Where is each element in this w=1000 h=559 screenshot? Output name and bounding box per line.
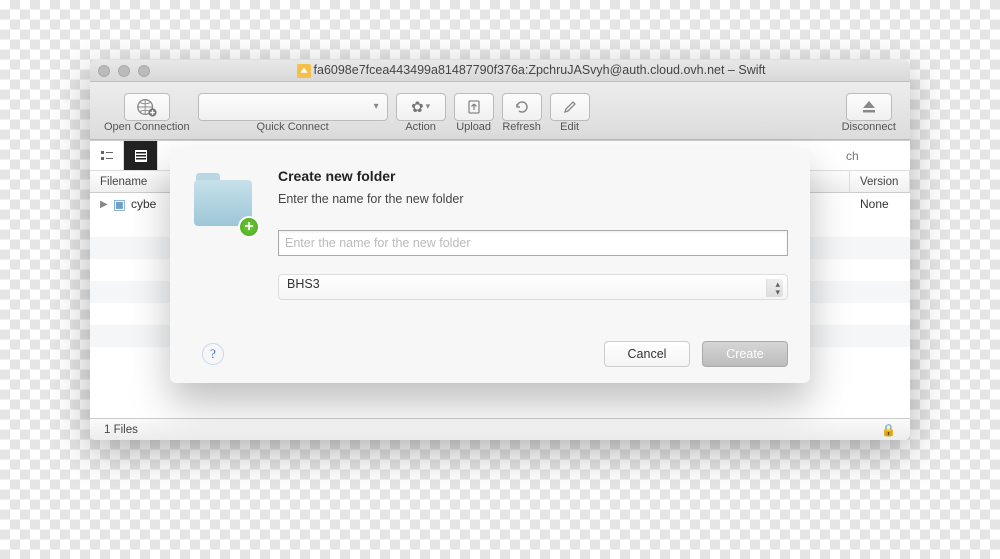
window-title: fa6098e7fcea443499a81487790f376a:ZpchruJ…	[160, 63, 902, 78]
select-stepper-icon: ▴▾	[775, 280, 780, 296]
outline-view-toggle[interactable]	[90, 141, 124, 170]
dialog-title: Create new folder	[278, 168, 788, 184]
disconnect-tool[interactable]: Disconnect	[842, 93, 896, 133]
status-bar: 1 Files 🔒	[90, 418, 910, 440]
refresh-icon	[514, 99, 530, 115]
help-button[interactable]: ?	[202, 343, 224, 365]
region-select-value: BHS3	[287, 277, 320, 291]
edit-tool[interactable]: Edit	[550, 93, 590, 133]
folder-name-input[interactable]	[278, 230, 788, 256]
row-filename: cybe	[131, 197, 156, 211]
dialog-subtitle: Enter the name for the new folder	[278, 192, 788, 206]
window-controls	[98, 65, 150, 77]
gear-icon: ✿	[411, 98, 424, 116]
file-count: 1 Files	[104, 424, 138, 436]
action-tool[interactable]: ✿ ▾ Action	[396, 93, 446, 133]
open-connection-tool[interactable]: Open Connection	[104, 93, 190, 133]
titlebar: fa6098e7fcea443499a81487790f376a:ZpchruJ…	[90, 60, 910, 82]
column-version[interactable]: Version	[850, 171, 910, 192]
close-window-button[interactable]	[98, 65, 110, 77]
search-input[interactable]	[840, 141, 910, 170]
cancel-button[interactable]: Cancel	[604, 341, 690, 367]
folder-icon: ▣	[113, 196, 126, 213]
quick-connect-tool[interactable]: ▾ Quick Connect	[198, 93, 388, 133]
app-icon	[297, 64, 311, 78]
upload-icon	[466, 99, 482, 115]
lock-icon: 🔒	[881, 423, 896, 437]
pencil-icon	[562, 99, 578, 115]
open-connection-label: Open Connection	[104, 121, 190, 133]
eject-icon	[860, 98, 878, 116]
upload-label: Upload	[456, 121, 491, 133]
minimize-window-button[interactable]	[118, 65, 130, 77]
create-button[interactable]: Create	[702, 341, 788, 367]
chevron-down-icon: ▾	[374, 101, 379, 112]
upload-tool[interactable]: Upload	[454, 93, 494, 133]
toolbar: Open Connection ▾ Quick Connect ✿ ▾ Acti…	[90, 82, 910, 140]
plus-badge-icon: +	[238, 216, 260, 238]
region-select[interactable]: BHS3 ▴▾	[278, 274, 788, 300]
outline-icon	[100, 149, 114, 163]
chevron-down-icon: ▾	[426, 101, 431, 112]
globe-plus-icon	[136, 96, 158, 118]
action-label: Action	[405, 121, 436, 133]
row-version: None	[850, 197, 910, 211]
create-folder-dialog: + Create new folder Enter the name for t…	[170, 148, 810, 383]
zoom-window-button[interactable]	[138, 65, 150, 77]
list-icon	[134, 149, 148, 163]
disconnect-label: Disconnect	[842, 121, 896, 133]
list-view-toggle[interactable]	[124, 141, 158, 170]
quick-connect-label: Quick Connect	[257, 121, 329, 133]
disclosure-triangle-icon[interactable]: ▶	[100, 199, 108, 210]
refresh-tool[interactable]: Refresh	[502, 93, 542, 133]
refresh-label: Refresh	[502, 121, 541, 133]
edit-label: Edit	[560, 121, 579, 133]
new-folder-icon: +	[192, 170, 256, 234]
